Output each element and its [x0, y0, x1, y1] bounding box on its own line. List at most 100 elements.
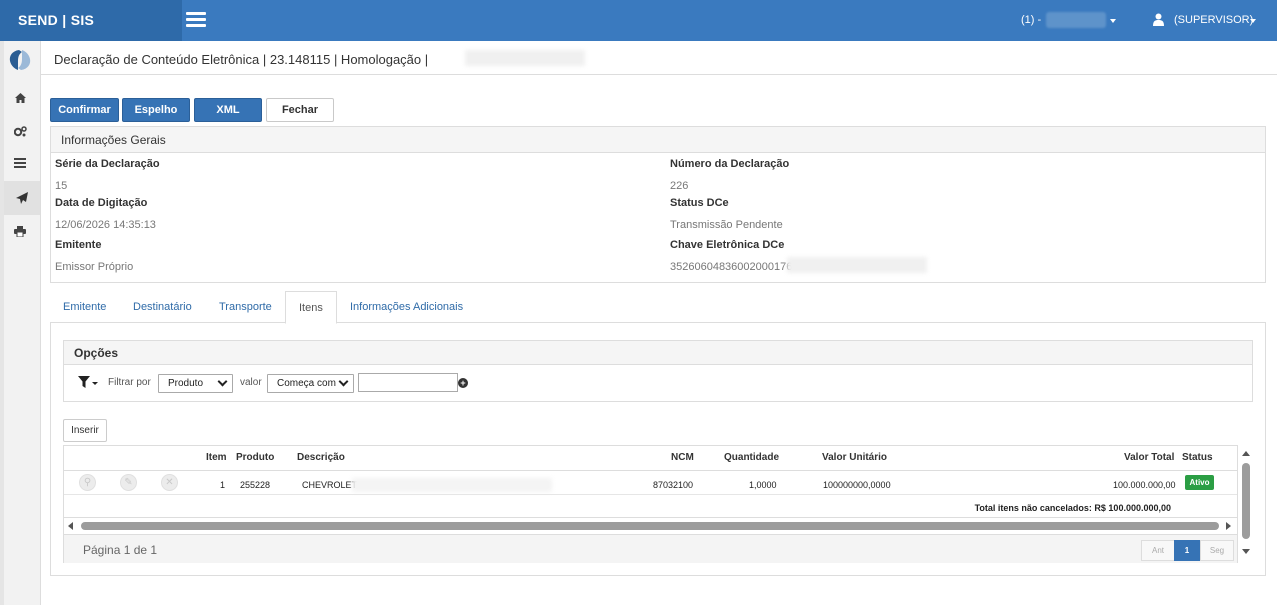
- page-title: Declaração de Conteúdo Eletrônica | 23.1…: [54, 52, 429, 67]
- scrollbar-thumb[interactable]: [81, 522, 1219, 530]
- divider: [64, 494, 1237, 495]
- sidebar-strip: [0, 41, 4, 605]
- horizontal-scrollbar[interactable]: [64, 519, 1237, 532]
- chevron-left-icon[interactable]: [68, 522, 73, 530]
- user-menu[interactable]: (SUPERVISOR): [1174, 14, 1253, 26]
- close-button[interactable]: Fechar: [266, 98, 334, 122]
- data-value: 12/06/2026 14:35:13: [55, 219, 156, 231]
- company-selector[interactable]: (1) -: [1021, 14, 1041, 26]
- panel-heading: Informações Gerais: [51, 127, 1265, 153]
- options-panel: Opções: [63, 340, 1253, 402]
- pencil-icon[interactable]: ✎: [120, 474, 137, 491]
- redacted-text: [787, 257, 927, 273]
- filter-icon[interactable]: [78, 376, 98, 389]
- search-icon[interactable]: ⚲: [79, 474, 96, 491]
- serie-label: Série da Declaração: [55, 158, 160, 170]
- tab-transporte[interactable]: Transporte: [206, 291, 285, 323]
- column-header-produto[interactable]: Produto: [236, 452, 274, 463]
- numero-value: 226: [670, 180, 689, 192]
- cell-descricao: CHEVROLET: [302, 480, 358, 490]
- tab-bar: Emitente Destinatário Transporte Itens I…: [50, 291, 1266, 324]
- paper-plane-icon: [16, 192, 28, 204]
- cell-valor-unitario: 100000000,0000: [823, 480, 891, 490]
- sidebar: [0, 41, 41, 605]
- numero-label: Número da Declaração: [670, 158, 790, 170]
- total-summary: Total itens não cancelados: R$ 100.000.0…: [974, 503, 1171, 513]
- column-header-descricao[interactable]: Descrição: [297, 452, 345, 463]
- value-label: valor: [240, 377, 262, 388]
- filter-mode-value: Começa com: [277, 378, 336, 389]
- chevron-down-icon[interactable]: [1110, 19, 1116, 23]
- tab-informacoes-adicionais[interactable]: Informações Adicionais: [337, 291, 476, 323]
- vertical-scrollbar[interactable]: [1239, 446, 1253, 563]
- brand-logo[interactable]: SEND | SIS: [0, 0, 182, 41]
- column-header-quantidade[interactable]: Quantidade: [724, 452, 779, 463]
- emitente-label: Emitente: [55, 239, 102, 251]
- next-page-button[interactable]: Seg: [1200, 540, 1234, 561]
- chave-value: 35260604836002000176: [670, 261, 793, 273]
- xml-button[interactable]: XML: [194, 98, 262, 122]
- sidebar-item-print[interactable]: [8, 219, 32, 243]
- print-icon: [14, 225, 26, 237]
- column-header-valor-total[interactable]: Valor Total: [1124, 452, 1174, 463]
- sidebar-item-settings[interactable]: [8, 119, 32, 143]
- sidebar-item-send[interactable]: [4, 181, 40, 215]
- page-header: Declaração de Conteúdo Eletrônica | 23.1…: [41, 41, 1277, 75]
- status-value: Transmissão Pendente: [670, 219, 783, 231]
- tab-destinatario[interactable]: Destinatário: [120, 291, 205, 323]
- cell-valor-total: 100.000.000,00: [1113, 480, 1176, 490]
- divider: [64, 470, 1237, 471]
- cell-produto: 255228: [240, 480, 271, 490]
- chevron-right-icon[interactable]: [1226, 522, 1231, 530]
- sidebar-item-home[interactable]: [8, 86, 32, 110]
- confirm-button[interactable]: Confirmar: [50, 98, 119, 122]
- general-info-panel: Informações Gerais: [50, 126, 1266, 283]
- plus-circle-icon[interactable]: +: [458, 378, 468, 388]
- items-grid: Item Produto Descrição NCM Quantidade Va…: [63, 445, 1238, 563]
- redacted-text: [465, 50, 585, 66]
- emitente-value: Emissor Próprio: [55, 261, 134, 273]
- mirror-button[interactable]: Espelho: [122, 98, 190, 122]
- status-badge: Ativo: [1185, 475, 1214, 490]
- chave-label: Chave Eletrônica DCe: [670, 239, 785, 251]
- column-header-valor-unitario[interactable]: Valor Unitário: [822, 452, 887, 463]
- cell-quantidade: 1,0000: [749, 480, 777, 490]
- filter-mode-select[interactable]: Começa com: [267, 374, 354, 393]
- insert-button[interactable]: Inserir: [63, 419, 107, 442]
- chevron-down-icon[interactable]: [1242, 549, 1250, 554]
- data-label: Data de Digitação: [55, 197, 148, 209]
- chevron-down-icon[interactable]: [1250, 19, 1256, 23]
- cell-ncm: 87032100: [653, 480, 694, 490]
- redacted-text: [352, 478, 552, 492]
- filter-field-select[interactable]: Produto: [158, 374, 233, 393]
- current-page-button[interactable]: 1: [1174, 540, 1200, 561]
- search-input[interactable]: [358, 373, 458, 392]
- scrollbar-thumb[interactable]: [1242, 463, 1250, 539]
- tab-emitente[interactable]: Emitente: [50, 291, 119, 323]
- prev-page-button[interactable]: Ant: [1141, 540, 1175, 561]
- chevron-down-icon: [338, 376, 349, 387]
- top-navbar: SEND | SIS (1) - (SUPERVISOR): [0, 0, 1277, 41]
- column-header-item[interactable]: Item: [206, 452, 227, 463]
- divider: [64, 517, 1237, 518]
- list-icon: [14, 158, 26, 168]
- serie-value: 15: [55, 180, 68, 192]
- grid-footer: Página 1 de 1 Ant 1 Seg: [64, 534, 1237, 563]
- page-info: Página 1 de 1: [83, 543, 158, 557]
- column-header-ncm[interactable]: NCM: [671, 452, 694, 463]
- filter-by-label: Filtrar por: [108, 377, 151, 388]
- filter-field-value: Produto: [168, 378, 204, 389]
- gears-icon: [13, 125, 27, 136]
- options-heading: Opções: [64, 341, 1252, 365]
- times-icon[interactable]: ✕: [161, 474, 178, 491]
- sidebar-item-list[interactable]: [8, 151, 32, 175]
- app-logo-icon: [9, 50, 31, 70]
- company-name-redacted: [1046, 12, 1106, 28]
- column-header-status[interactable]: Status: [1182, 452, 1213, 463]
- status-label: Status DCe: [670, 197, 729, 209]
- hamburger-icon[interactable]: [186, 12, 206, 28]
- user-icon[interactable]: [1153, 13, 1164, 26]
- chevron-up-icon[interactable]: [1242, 451, 1250, 456]
- chevron-down-icon: [217, 376, 228, 387]
- tab-itens[interactable]: Itens: [285, 291, 337, 324]
